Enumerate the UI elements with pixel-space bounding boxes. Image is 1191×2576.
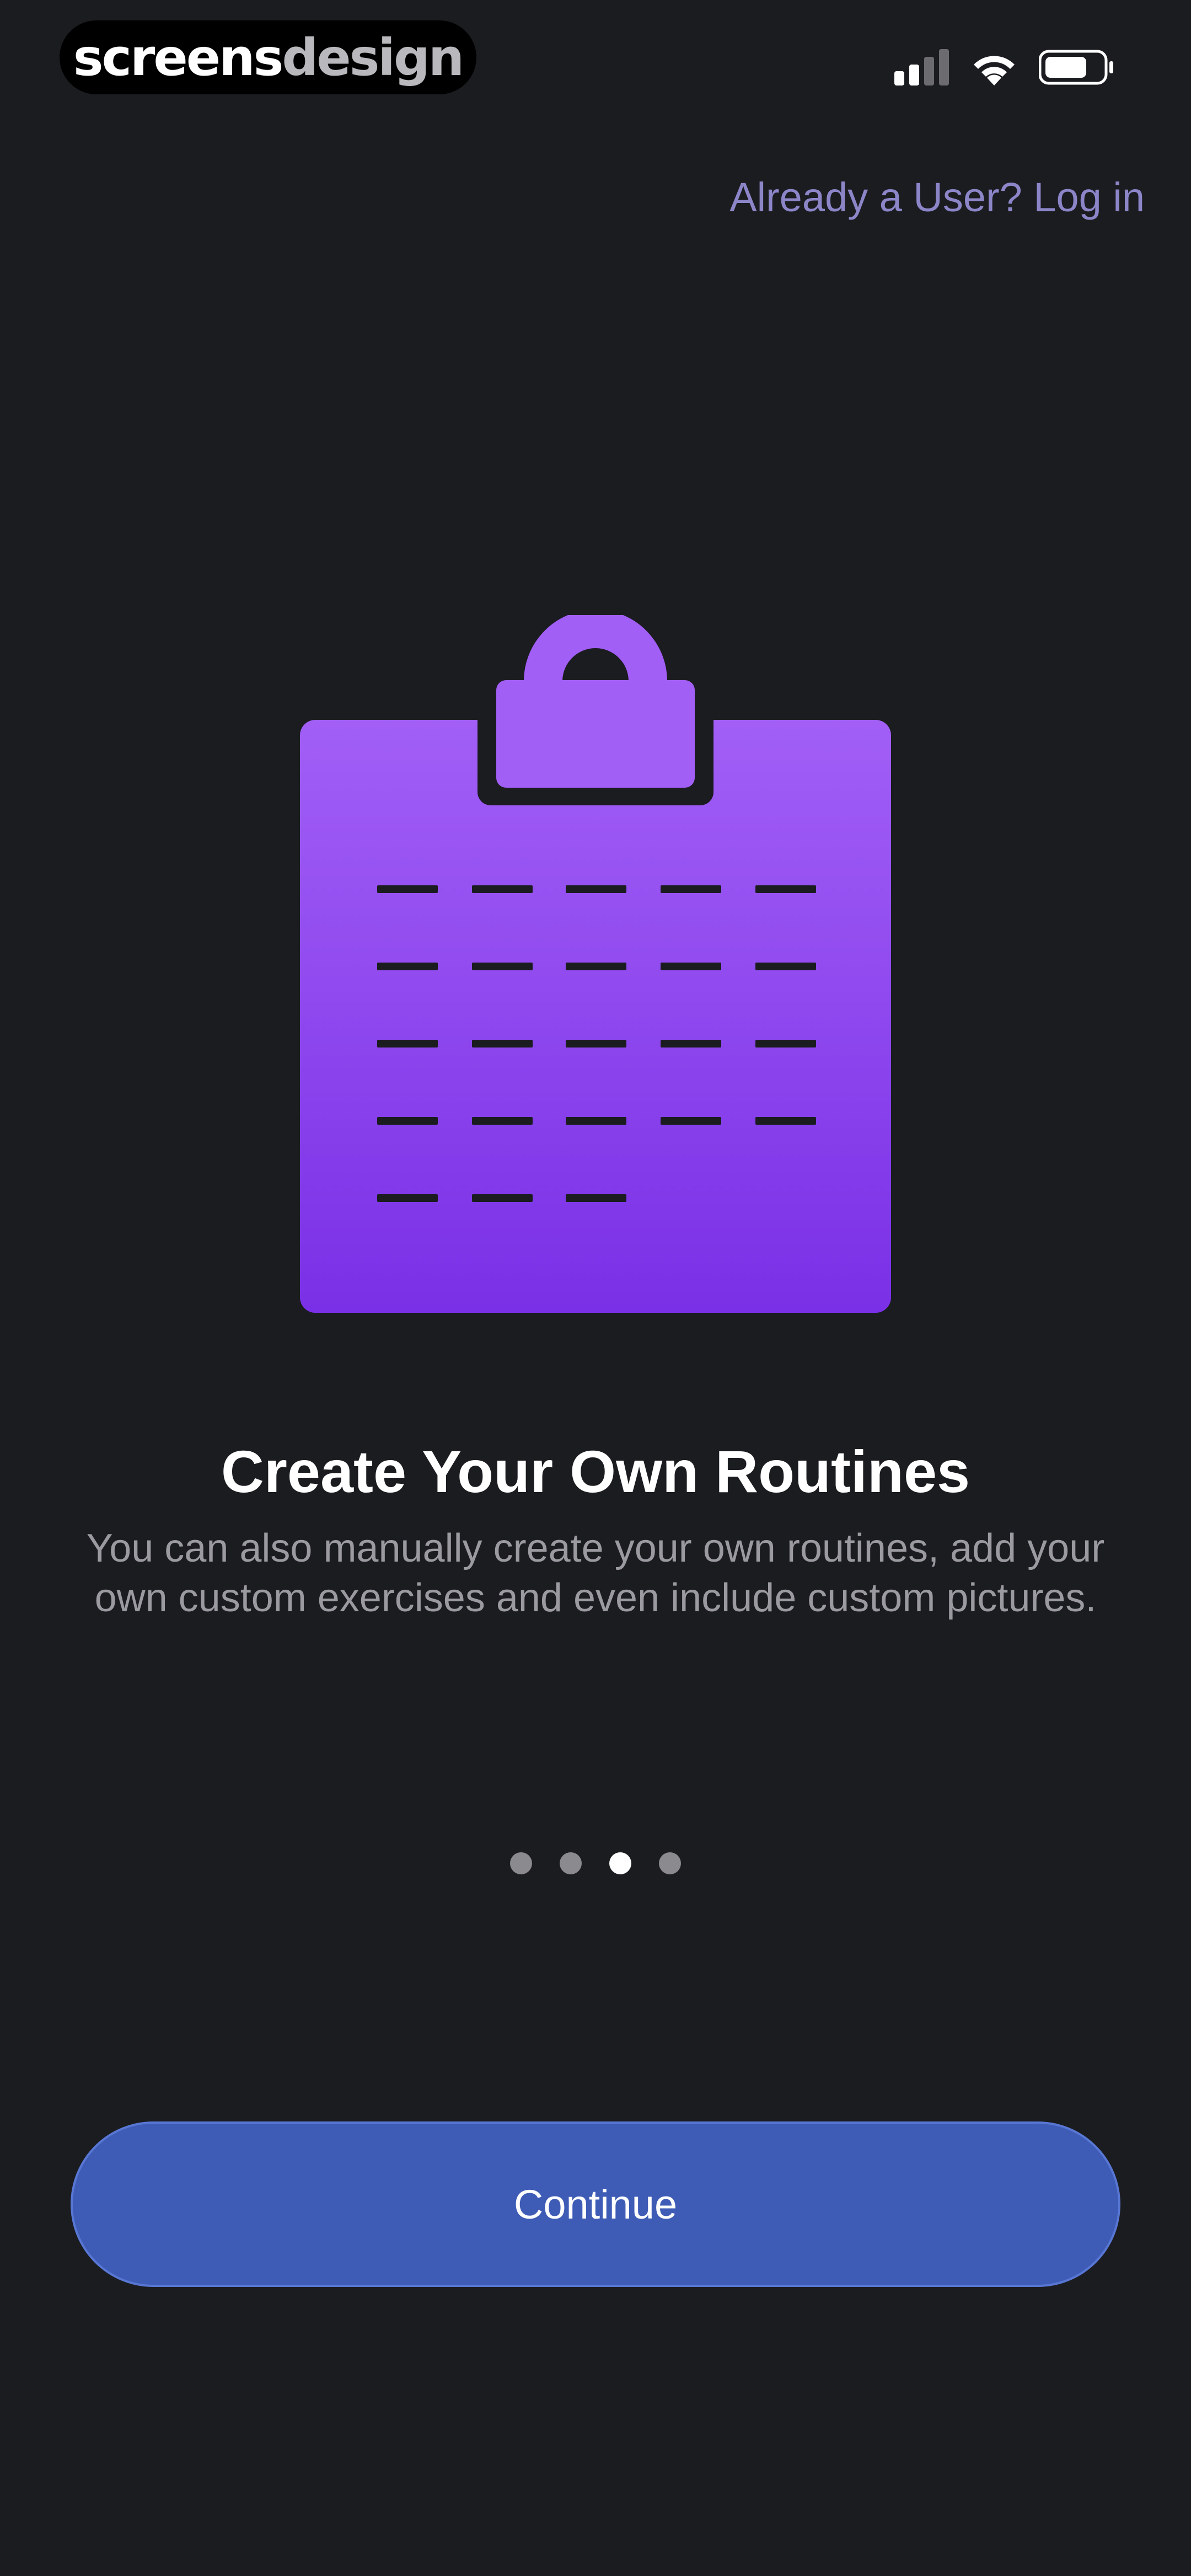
page-dot-2[interactable]	[560, 1852, 582, 1874]
page-indicator	[0, 1852, 1191, 1874]
onboarding-description: You can also manually create your own ro…	[86, 1526, 1105, 1620]
screensdesign-watermark: screens design	[60, 20, 476, 94]
status-icons	[894, 44, 1114, 90]
wifi-icon	[974, 56, 1015, 85]
battery-icon	[1039, 50, 1113, 85]
continue-button[interactable]: Continue	[71, 2121, 1120, 2287]
page-dot-3-active[interactable]	[609, 1852, 631, 1874]
page-dot-4[interactable]	[659, 1852, 681, 1874]
watermark-text-design: design	[282, 28, 464, 87]
cellular-signal-icon	[894, 49, 949, 85]
onboarding-title: Create Your Own Routines	[221, 1438, 970, 1505]
clipboard-icon	[300, 615, 891, 1313]
page-dot-1[interactable]	[510, 1852, 532, 1874]
watermark-text-screens: screens	[73, 28, 284, 87]
login-link[interactable]: Already a User? Log in	[729, 174, 1145, 221]
